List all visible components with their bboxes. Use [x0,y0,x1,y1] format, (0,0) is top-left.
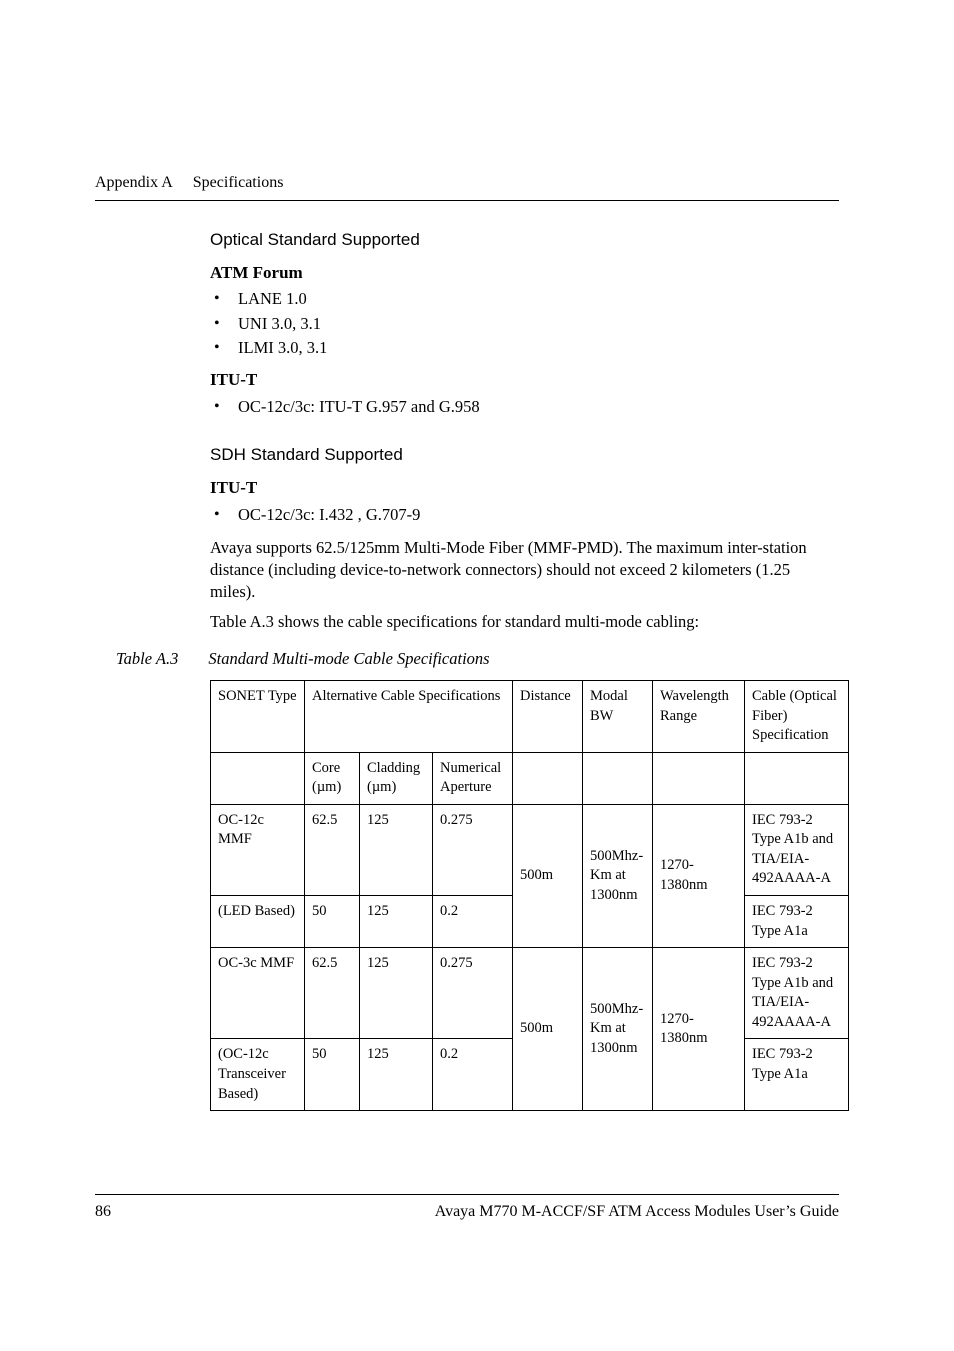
table-row: OC-3c MMF 62.5 125 0.275 500m 500Mhz-Km … [211,948,849,1039]
cell: 125 [360,896,433,948]
cell: OC-3c MMF [211,948,305,1039]
col-sonet: SONET Type [211,680,305,752]
cell: 1270-1380nm [653,948,745,1111]
page-footer: 86 Avaya M770 M-ACCF/SF ATM Access Modul… [95,1194,839,1223]
col-altcable: Alternative Cable Specifications [305,680,513,752]
itu-t-heading-2: ITU-T [210,477,839,500]
table-number: Table A.3 [116,649,178,668]
cell: OC-12c MMF [211,804,305,895]
cell: 50 [305,1039,360,1111]
list-item: ILMI 3.0, 3.1 [210,337,839,359]
cell: 0.2 [433,896,513,948]
cell: 125 [360,1039,433,1111]
page-number: 86 [95,1201,111,1223]
cell: 62.5 [305,804,360,895]
appendix-label: Appendix A [95,174,173,191]
cell: 62.5 [305,948,360,1039]
cell: 500m [513,804,583,947]
cell-empty [653,752,745,804]
table-row: SONET Type Alternative Cable Specificati… [211,680,849,752]
table-caption: Table A.3 Standard Multi-mode Cable Speci… [116,648,839,670]
cable-spec-table: SONET Type Alternative Cable Specificati… [210,680,849,1111]
cell: 0.2 [433,1039,513,1111]
cell: IEC 793-2 Type A1a [745,896,849,948]
table-row: OC-12c MMF 62.5 125 0.275 500m 500Mhz-Km… [211,804,849,895]
cell: 125 [360,804,433,895]
list-item: OC-12c/3c: I.432 , G.707-9 [210,504,839,526]
list-item: LANE 1.0 [210,288,839,310]
cell: 0.275 [433,804,513,895]
footer-title: Avaya M770 M-ACCF/SF ATM Access Modules … [435,1201,839,1223]
cell-core-head: Core (µm) [305,752,360,804]
itu-sdh-list: OC-12c/3c: I.432 , G.707-9 [210,504,839,526]
table-title: Standard Multi-mode Cable Specifications [208,649,489,668]
col-cable: Cable (Optical Fiber) Specification [745,680,849,752]
cell: (LED Based) [211,896,305,948]
cell-empty [211,752,305,804]
cell: 500Mhz-Km at 1300nm [583,804,653,947]
cell: IEC 793-2 Type A1a [745,1039,849,1111]
col-wavelength: Wavelength Range [653,680,745,752]
cell: IEC 793-2 Type A1b and TIA/EIA-492AAAA-A [745,804,849,895]
header-rule [95,200,839,201]
cell: 500m [513,948,583,1111]
col-modal: Modal BW [583,680,653,752]
body-paragraph: Table A.3 shows the cable specifications… [210,611,839,633]
cell-empty [745,752,849,804]
optical-standard-heading: Optical Standard Supported [210,229,839,252]
cell: 1270-1380nm [653,804,745,947]
cell-cladding-head: Cladding (µm) [360,752,433,804]
list-item: UNI 3.0, 3.1 [210,313,839,335]
table-row: Core (µm) Cladding (µm) Numerical Apertu… [211,752,849,804]
atm-forum-heading: ATM Forum [210,262,839,285]
atm-forum-list: LANE 1.0 UNI 3.0, 3.1 ILMI 3.0, 3.1 [210,288,839,359]
cell-empty [513,752,583,804]
running-head: Appendix A Specifications [95,172,839,194]
appendix-title: Specifications [193,174,284,191]
cell-empty [583,752,653,804]
itu-t-heading: ITU-T [210,369,839,392]
cell: IEC 793-2 Type A1b and TIA/EIA-492AAAA-A [745,948,849,1039]
cell: (OC-12c Transceiver Based) [211,1039,305,1111]
list-item: OC-12c/3c: ITU-T G.957 and G.958 [210,396,839,418]
cell: 0.275 [433,948,513,1039]
col-distance: Distance [513,680,583,752]
cell: 500Mhz-Km at 1300nm [583,948,653,1111]
cell: 50 [305,896,360,948]
itu-optical-list: OC-12c/3c: ITU-T G.957 and G.958 [210,396,839,418]
body-paragraph: Avaya supports 62.5/125mm Multi-Mode Fib… [210,537,839,604]
sdh-standard-heading: SDH Standard Supported [210,444,839,467]
cell-numap-head: Numerical Aperture [433,752,513,804]
cell: 125 [360,948,433,1039]
